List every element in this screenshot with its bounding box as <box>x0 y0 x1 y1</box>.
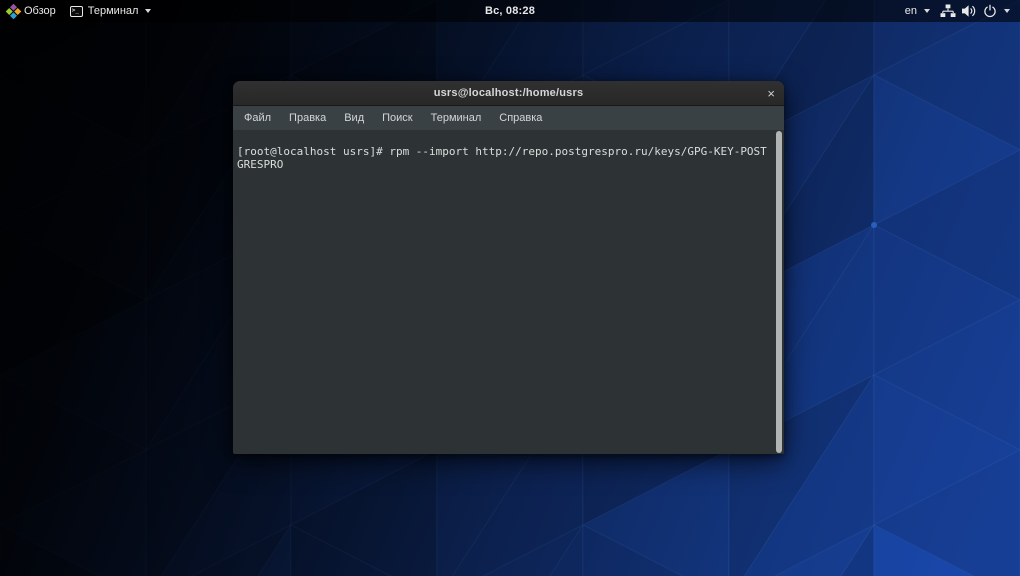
window-title: usrs@localhost:/home/usrs <box>433 87 584 99</box>
top-bar: Обзор >_ Терминал Вс, 08:28 en <box>0 0 1020 22</box>
menu-terminal[interactable]: Терминал <box>422 108 491 128</box>
terminal-window: usrs@localhost:/home/usrs × Файл Правка … <box>233 81 784 454</box>
volume-icon <box>962 5 976 17</box>
app-menu-terminal[interactable]: >_ Терминал <box>69 5 152 17</box>
menu-search[interactable]: Поиск <box>373 108 421 128</box>
network-icon <box>940 4 956 17</box>
terminal-app-icon: >_ <box>69 5 83 17</box>
menu-file[interactable]: Файл <box>235 108 280 128</box>
chevron-down-icon <box>1004 9 1010 13</box>
terminal-line: GRESPRO <box>237 158 284 171</box>
system-status-area[interactable] <box>940 4 1010 18</box>
scrollbar-thumb[interactable] <box>776 131 782 453</box>
chevron-down-icon <box>145 9 152 13</box>
centos-logo-icon <box>5 3 22 19</box>
clock[interactable]: Вс, 08:28 <box>485 5 535 17</box>
menu-view[interactable]: Вид <box>335 108 373 128</box>
desktop: Обзор >_ Терминал Вс, 08:28 en usrs@loca… <box>0 0 1020 576</box>
activities-label: Обзор <box>24 5 56 17</box>
menu-help[interactable]: Справка <box>490 108 551 128</box>
activities-button[interactable]: Обзор <box>5 3 56 19</box>
keyboard-layout-indicator[interactable]: en <box>905 5 930 17</box>
power-icon <box>984 4 996 18</box>
chevron-down-icon <box>924 9 930 13</box>
menu-edit[interactable]: Правка <box>280 108 335 128</box>
terminal-menubar: Файл Правка Вид Поиск Терминал Справка <box>233 106 784 130</box>
terminal-output: [root@localhost usrs]# rpm --import http… <box>233 130 784 171</box>
close-button[interactable]: × <box>767 81 775 105</box>
terminal-content[interactable]: [root@localhost usrs]# rpm --import http… <box>233 130 784 454</box>
terminal-line: [root@localhost usrs]# rpm --import http… <box>237 145 767 158</box>
terminal-titlebar[interactable]: usrs@localhost:/home/usrs × <box>233 81 784 106</box>
keyboard-layout-label: en <box>904 5 917 17</box>
app-menu-label: Терминал <box>87 5 139 17</box>
